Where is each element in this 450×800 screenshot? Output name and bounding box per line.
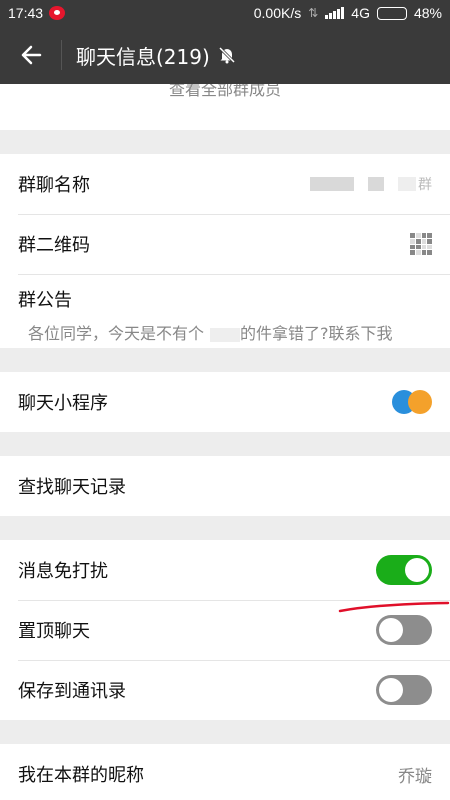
my-nickname-value: 乔璇 bbox=[398, 766, 432, 787]
pin-chat-toggle[interactable] bbox=[376, 615, 432, 645]
view-all-members[interactable]: 查看全部群成员 bbox=[0, 84, 450, 130]
section-gap bbox=[0, 348, 450, 372]
nickname-section: 我在本群的昵称 乔璇 bbox=[0, 744, 450, 800]
signal-icon bbox=[325, 7, 345, 19]
group-notice-text: 各位同学，今天是不有个 的件拿错了?联系下我 bbox=[18, 320, 432, 344]
net-speed: 0.00K/s bbox=[253, 5, 302, 21]
battery-percent: 48% bbox=[413, 5, 442, 21]
data-arrows-icon: ⇅ bbox=[308, 6, 319, 20]
my-nickname-label: 我在本群的昵称 bbox=[18, 765, 144, 786]
group-name-row[interactable]: 群聊名称 群 bbox=[0, 154, 450, 214]
section-gap bbox=[0, 130, 450, 154]
search-history-row[interactable]: 查找聊天记录 bbox=[0, 456, 450, 516]
back-arrow-icon bbox=[21, 45, 41, 65]
view-all-members-label: 查看全部群成员 bbox=[168, 84, 281, 99]
status-time: 17:43 bbox=[8, 5, 44, 21]
red-underline-annotation bbox=[338, 601, 450, 613]
group-name-label: 群聊名称 bbox=[18, 175, 90, 196]
mute-label: 消息免打扰 bbox=[18, 561, 108, 582]
status-bar: 17:43 0.00K/s ⇅ 4G 48% bbox=[0, 0, 450, 26]
section-gap bbox=[0, 720, 450, 744]
group-name-suffix: 群 bbox=[418, 177, 432, 193]
save-contacts-row: 保存到通讯录 bbox=[0, 660, 450, 720]
mini-program-row[interactable]: 聊天小程序 bbox=[0, 372, 450, 432]
network-type: 4G bbox=[351, 5, 370, 21]
group-notice-label: 群公告 bbox=[18, 290, 72, 311]
search-history-label: 查找聊天记录 bbox=[18, 477, 126, 498]
group-notice-text-b: 的件拿错了?联系下我 bbox=[240, 324, 393, 343]
chat-info-content[interactable]: 查看全部群成员 群聊名称 群 群二维码 群公告 各位同学，今天是不有个 的件拿错… bbox=[0, 84, 450, 800]
page-title: 聊天信息(219) bbox=[76, 41, 236, 70]
mute-toggle[interactable] bbox=[376, 555, 432, 585]
save-contacts-label: 保存到通讯录 bbox=[18, 681, 126, 702]
settings-section: 消息免打扰 置顶聊天 保存到通讯录 bbox=[0, 540, 450, 720]
qrcode-icon bbox=[410, 233, 432, 255]
mini-program-icon bbox=[392, 389, 432, 415]
search-section: 查找聊天记录 bbox=[0, 456, 450, 516]
group-info-section: 群聊名称 群 群二维码 群公告 各位同学，今天是不有个的件拿错了?联系下我 bbox=[0, 154, 450, 348]
weibo-icon bbox=[49, 6, 66, 20]
mute-bell-icon bbox=[218, 46, 235, 64]
save-contacts-toggle[interactable] bbox=[376, 675, 432, 705]
section-gap bbox=[0, 432, 450, 456]
group-name-value: 群 bbox=[304, 174, 432, 194]
back-button[interactable] bbox=[0, 40, 62, 70]
mini-program-section: 聊天小程序 bbox=[0, 372, 450, 432]
section-gap bbox=[0, 516, 450, 540]
title-bar: 聊天信息(219) bbox=[0, 26, 450, 84]
battery-icon bbox=[376, 6, 407, 20]
group-qrcode-label: 群二维码 bbox=[18, 235, 90, 256]
group-notice-text-a: 各位同学，今天是不有个 bbox=[28, 324, 205, 343]
mini-program-label: 聊天小程序 bbox=[18, 393, 108, 414]
mute-row: 消息免打扰 bbox=[0, 540, 450, 600]
pin-chat-label: 置顶聊天 bbox=[18, 621, 90, 642]
page-title-text: 聊天信息(219) bbox=[76, 44, 210, 69]
group-qrcode-row[interactable]: 群二维码 bbox=[0, 214, 450, 274]
group-notice-row[interactable]: 群公告 各位同学，今天是不有个 的件拿错了?联系下我 bbox=[0, 274, 450, 348]
my-nickname-row[interactable]: 我在本群的昵称 乔璇 bbox=[0, 744, 450, 800]
